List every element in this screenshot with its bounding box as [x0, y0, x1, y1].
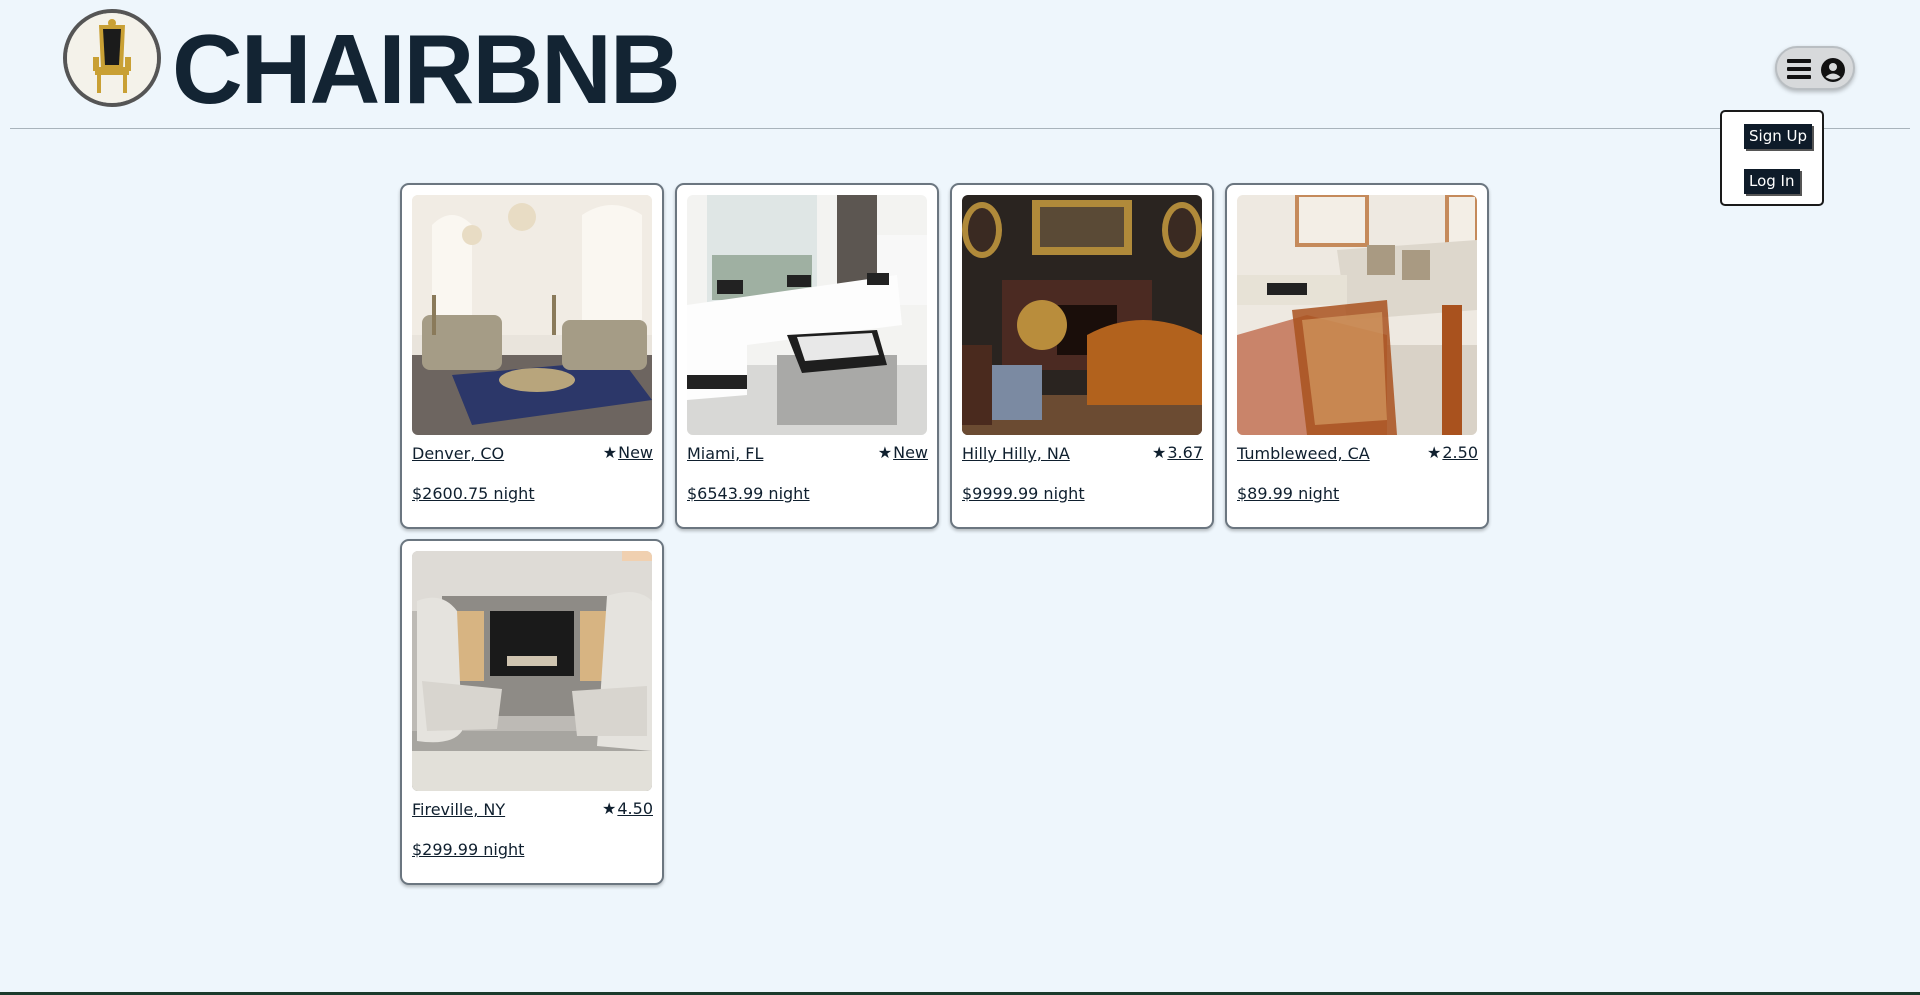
user-circle-icon: [1821, 58, 1845, 82]
listing-location[interactable]: Denver, CO: [412, 444, 504, 463]
star-icon: ★: [602, 799, 617, 818]
listing-location[interactable]: Tumbleweed, CA: [1237, 444, 1370, 463]
listing-photo-rattan-chairs-lounge[interactable]: [1237, 195, 1477, 435]
listing-rating[interactable]: ★New: [878, 443, 928, 462]
listing-rating[interactable]: ★2.50: [1427, 443, 1478, 462]
header-divider: [10, 128, 1910, 129]
listing-price[interactable]: $89.99 night: [1237, 484, 1339, 503]
listing-rating[interactable]: ★4.50: [602, 799, 653, 818]
listing-price[interactable]: $2600.75 night: [412, 484, 535, 503]
listing-card[interactable]: Tumbleweed, CA ★2.50 $89.99 night: [1225, 183, 1489, 529]
listing-card[interactable]: Miami, FL ★New $6543.99 night: [675, 183, 939, 529]
listing-card[interactable]: Fireville, NY ★4.50 $299.99 night: [400, 539, 664, 885]
hamburger-icon: [1787, 59, 1811, 79]
throne-chair-logo-icon[interactable]: [63, 9, 161, 107]
listing-rating[interactable]: ★3.67: [1152, 443, 1203, 462]
listing-location[interactable]: Fireville, NY: [412, 800, 505, 819]
profile-menu-button[interactable]: [1775, 46, 1855, 90]
brand-title[interactable]: CHAIRBNB: [172, 14, 681, 124]
site-header: CHAIRBNB: [0, 0, 1920, 128]
listing-photo-victorian-parlor[interactable]: [962, 195, 1202, 435]
sign-up-button[interactable]: Sign Up: [1744, 124, 1812, 149]
listing-price[interactable]: $9999.99 night: [962, 484, 1085, 503]
listing-rating[interactable]: ★New: [603, 443, 653, 462]
log-in-button[interactable]: Log In: [1744, 169, 1800, 194]
star-icon: ★: [602, 443, 618, 462]
listing-photo-ornate-living-room[interactable]: [412, 195, 652, 435]
listing-card[interactable]: Denver, CO ★New $2600.75 night: [400, 183, 664, 529]
listing-price[interactable]: $6543.99 night: [687, 484, 810, 503]
listing-card[interactable]: Hilly Hilly, NA ★3.67 $9999.99 night: [950, 183, 1214, 529]
listing-photo-fireplace-wingback-chairs[interactable]: [412, 551, 652, 791]
listing-photo-white-sectional-sofa[interactable]: [687, 195, 927, 435]
star-icon: ★: [877, 443, 893, 462]
profile-dropdown: Sign Up Log In: [1720, 110, 1824, 206]
star-icon: ★: [1427, 443, 1442, 462]
listing-location[interactable]: Hilly Hilly, NA: [962, 444, 1070, 463]
listing-location[interactable]: Miami, FL: [687, 444, 763, 463]
star-icon: ★: [1152, 443, 1167, 462]
listing-price[interactable]: $299.99 night: [412, 840, 524, 859]
